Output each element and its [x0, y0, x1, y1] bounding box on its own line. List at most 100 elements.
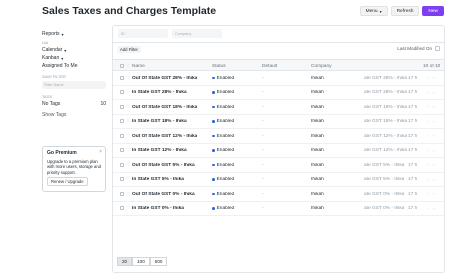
row-name[interactable]: In State GST 28% - Ihika: [132, 90, 187, 95]
row-id: ate GST 28% - Ihika: [364, 75, 408, 81]
table-row[interactable]: ♡ Out Of State GST 28% - Ihika Enabled - Ihi…: [113, 71, 444, 86]
comment-icon[interactable]: ◌: [427, 75, 430, 80]
like-icon[interactable]: ♡: [126, 75, 130, 81]
row-company: Ihikah: [311, 133, 324, 139]
row-checkbox[interactable]: [120, 75, 124, 80]
more-icon[interactable]: ▫: [433, 104, 435, 109]
row-checkbox[interactable]: [120, 177, 124, 182]
row-checkbox[interactable]: [120, 148, 124, 153]
page-length-20[interactable]: 20: [117, 257, 133, 266]
comment-icon[interactable]: ◌: [427, 162, 430, 167]
sort-selector[interactable]: Last Modified On: [397, 46, 440, 51]
refresh-button[interactable]: Refresh: [390, 6, 420, 16]
row-name[interactable]: In State GST 5% - Ihika: [132, 177, 184, 182]
table-row[interactable]: ♡ Out Of State GST 18% - Ihika Enabled - Ihi…: [113, 100, 444, 115]
like-icon[interactable]: ♡: [126, 176, 130, 182]
page-length-500[interactable]: 500: [149, 257, 168, 266]
status-label: Enabled: [216, 148, 235, 153]
row-checkbox[interactable]: [120, 104, 124, 109]
chevron-down-icon: ▾: [379, 8, 382, 14]
more-icon[interactable]: ▫: [433, 162, 435, 167]
row-status: Enabled: [212, 90, 234, 95]
row-checkbox[interactable]: [120, 162, 124, 167]
sidebar-item-label: Calendar: [42, 47, 63, 53]
filter-name-input[interactable]: Filter Name: [42, 81, 106, 89]
row-name[interactable]: Out Of State GST 18% - Ihika: [132, 105, 197, 110]
id-filter-input[interactable]: ID: [118, 29, 168, 38]
row-checkbox[interactable]: [120, 206, 124, 211]
table-row[interactable]: ♡ In State GST 18% - Ihika Enabled - Ihikah a…: [113, 115, 444, 129]
like-icon[interactable]: ♡: [126, 63, 130, 69]
page-length-selector: 20 100 500: [117, 257, 168, 266]
like-icon[interactable]: ♡: [126, 191, 130, 197]
comment-icon[interactable]: ◌: [427, 104, 430, 109]
row-default: -: [262, 162, 264, 168]
comment-icon[interactable]: ◌: [427, 148, 430, 153]
no-tags-count: 10: [100, 101, 106, 107]
table-row[interactable]: ♡ In State GST 0% - Ihika Enabled - Ihikah at…: [113, 202, 444, 216]
comment-icon[interactable]: ◌: [427, 206, 430, 211]
like-icon[interactable]: ♡: [126, 118, 130, 124]
like-icon[interactable]: ♡: [126, 147, 130, 153]
sidebar-item-assigned-to-me[interactable]: Assigned To Me: [42, 62, 108, 70]
row-name[interactable]: In State GST 12% - Ihika: [132, 148, 187, 153]
comment-icon[interactable]: ◌: [427, 191, 430, 196]
table-row[interactable]: ♡ In State GST 28% - Ihika Enabled - Ihikah a…: [113, 86, 444, 100]
row-id: ate GST 5% - Ihika: [364, 177, 405, 182]
no-tags-label: No Tags: [42, 101, 61, 107]
table-row[interactable]: ♡ Out Of State GST 5% - Ihika Enabled - Ihik…: [113, 158, 444, 173]
top-actions: Menu ▾ Refresh New: [359, 6, 444, 16]
more-icon[interactable]: ▫: [433, 148, 435, 153]
page-length-100[interactable]: 100: [132, 257, 150, 266]
row-name[interactable]: Out Of State GST 0% - Ihika: [132, 192, 195, 197]
row-name[interactable]: In State GST 0% - Ihika: [132, 206, 184, 211]
new-button[interactable]: New: [422, 6, 444, 16]
sort-order-icon[interactable]: [435, 46, 440, 51]
table-row[interactable]: ♡ Out Of State GST 12% - Ihika Enabled - Ihi…: [113, 129, 444, 144]
comment-icon[interactable]: ◌: [427, 119, 430, 124]
like-icon[interactable]: ♡: [126, 104, 130, 110]
like-icon[interactable]: ♡: [126, 205, 130, 211]
like-icon[interactable]: ♡: [126, 133, 130, 139]
header-default: Default: [262, 63, 278, 69]
company-filter-input[interactable]: Company: [172, 29, 222, 38]
table-row[interactable]: ♡ Out Of State GST 0% - Ihika Enabled - Ihik…: [113, 187, 444, 202]
no-tags-row[interactable]: No Tags 10: [42, 100, 106, 108]
more-icon[interactable]: ▫: [433, 90, 435, 95]
comment-icon[interactable]: ◌: [427, 133, 430, 138]
more-icon[interactable]: ▫: [433, 177, 435, 182]
table-row[interactable]: ♡ In State GST 12% - Ihika Enabled - Ihikah a…: [113, 144, 444, 158]
row-modified: 17 h: [408, 75, 418, 81]
like-icon[interactable]: ♡: [126, 162, 130, 168]
row-checkbox[interactable]: [120, 90, 124, 95]
comment-icon[interactable]: ◌: [427, 90, 430, 95]
row-checkbox[interactable]: [120, 119, 124, 124]
sidebar-item-kanban[interactable]: Kanban ▾: [42, 54, 108, 62]
more-icon[interactable]: ▫: [433, 191, 435, 196]
show-tags-link[interactable]: Show Tags: [42, 111, 108, 119]
comment-icon[interactable]: ◌: [427, 177, 430, 182]
menu-button[interactable]: Menu ▾: [359, 6, 388, 16]
row-company: Ihikah: [311, 75, 324, 81]
row-name[interactable]: Out Of State GST 5% - Ihika: [132, 163, 195, 168]
row-checkbox[interactable]: [120, 191, 124, 196]
table-row[interactable]: ♡ In State GST 5% - Ihika Enabled - Ihikah at…: [113, 173, 444, 187]
select-all-checkbox[interactable]: [120, 63, 124, 68]
more-icon[interactable]: ▫: [433, 119, 435, 124]
go-premium-card: × Go Premium Upgrade to a premium plan w…: [42, 146, 106, 192]
row-name[interactable]: In State GST 18% - Ihika: [132, 119, 187, 124]
row-checkbox[interactable]: [120, 133, 124, 138]
more-icon[interactable]: ▫: [433, 133, 435, 138]
sidebar-item-calendar[interactable]: Calendar ▾: [42, 46, 108, 54]
status-label: Enabled: [216, 119, 235, 124]
row-name[interactable]: Out Of State GST 12% - Ihika: [132, 134, 197, 139]
row-name[interactable]: Out Of State GST 28% - Ihika: [132, 76, 197, 81]
like-icon[interactable]: ♡: [126, 89, 130, 95]
sidebar-item-reports[interactable]: Reports ▾: [42, 30, 108, 38]
renew-upgrade-button[interactable]: Renew / Upgrade: [47, 177, 88, 187]
more-icon[interactable]: ▫: [433, 75, 435, 80]
close-icon[interactable]: ×: [99, 149, 102, 155]
more-icon[interactable]: ▫: [433, 206, 435, 211]
add-filter-button[interactable]: Add Filter: [117, 46, 141, 53]
row-default: -: [262, 104, 264, 110]
